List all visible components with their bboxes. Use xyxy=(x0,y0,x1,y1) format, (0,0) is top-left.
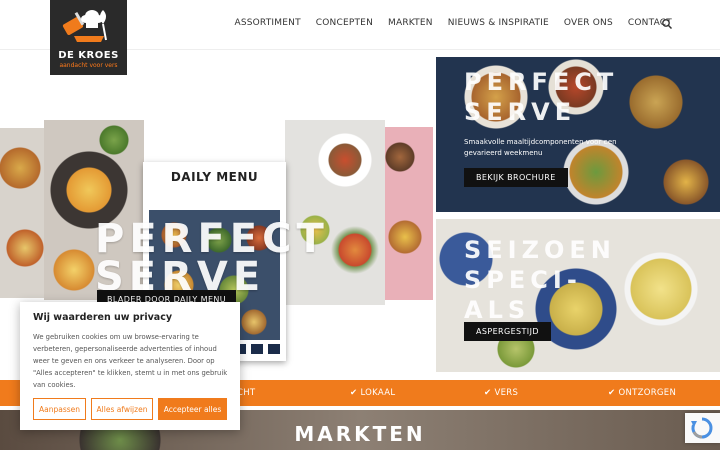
recaptcha-icon xyxy=(691,417,713,439)
aspergestijd-button[interactable]: ASPERGESTIJD xyxy=(464,322,551,341)
hero-photo-far-left xyxy=(0,128,44,298)
check-icon: ✔ xyxy=(350,388,358,398)
nav-over-ons[interactable]: OVER ONS xyxy=(564,18,613,28)
brand-tagline: aandacht voor vers xyxy=(59,62,118,69)
cookie-text: We gebruiken cookies om uw browse-ervari… xyxy=(33,333,228,389)
cookie-customize-button[interactable]: Aanpassen xyxy=(33,398,86,420)
nav-concepten[interactable]: CONCEPTEN xyxy=(316,18,373,28)
usp-vers: ✔ VERS xyxy=(484,388,518,398)
panel-seizoen-title-line3: ALS xyxy=(464,296,531,324)
usp-lokaal: ✔ LOKAAL xyxy=(350,388,395,398)
cookie-accept-button[interactable]: Accepteer alles xyxy=(158,398,227,420)
check-icon: ✔ xyxy=(608,388,616,398)
usp-ontzorgen-label: ONTZORGEN xyxy=(618,388,677,398)
usp-lokaal-label: LOKAAL xyxy=(360,388,396,398)
panel-perfect-serve-title-line1: PERFECT xyxy=(464,68,619,96)
check-icon: ✔ xyxy=(484,388,492,398)
panel-perfect-serve-text: Smaakvolle maaltijdcomponenten voor een … xyxy=(464,138,617,157)
panel-seizoen-specials-title: SEIZOEN SPECI- ALS xyxy=(464,235,616,325)
panel-seizoen-specials[interactable]: SEIZOEN SPECI- ALS ASPERGESTIJD xyxy=(436,219,720,372)
brand-title: DE KROES xyxy=(58,50,119,61)
panel-seizoen-title-line2: SPECI- xyxy=(464,266,582,294)
page: ASSORTIMENT CONCEPTEN MARKTEN NIEUWS & I… xyxy=(0,0,720,450)
panel-perfect-serve-title: PERFECT SERVE xyxy=(464,67,618,127)
main-nav: ASSORTIMENT CONCEPTEN MARKTEN NIEUWS & I… xyxy=(219,18,672,28)
cookie-reject-button[interactable]: Alles afwijzen xyxy=(91,398,153,420)
bekijk-brochure-button[interactable]: BEKIJK BROCHURE xyxy=(464,168,568,187)
panel-perfect-serve[interactable]: PERFECT SERVE Smaakvolle maaltijdcompone… xyxy=(436,57,720,212)
brochure-title: DAILY MENU xyxy=(170,170,259,184)
logo[interactable]: DE KROES aandacht voor vers xyxy=(50,0,127,75)
hero-title-line1: PERFECT xyxy=(95,216,329,262)
panel-perfect-serve-title-line2: SERVE xyxy=(464,98,577,126)
hero-title: PERFECT SERVE xyxy=(95,216,329,297)
usp-vers-label: VERS xyxy=(494,388,519,398)
search-icon[interactable] xyxy=(661,18,673,30)
logo-chef-icon xyxy=(62,10,107,42)
nav-assortiment[interactable]: ASSORTIMENT xyxy=(234,18,300,28)
panel-seizoen-title-line1: SEIZOEN xyxy=(464,236,616,264)
cookie-banner: Wij waarderen uw privacy We gebruiken co… xyxy=(20,302,240,430)
usp-ontzorgen: ✔ ONTZORGEN xyxy=(608,388,676,398)
nav-nieuws-inspiratie[interactable]: NIEUWS & INSPIRATIE xyxy=(448,18,549,28)
hero-photo-far-right xyxy=(385,127,433,300)
cookie-title: Wij waarderen uw privacy xyxy=(33,312,173,323)
recaptcha-badge[interactable] xyxy=(685,413,720,443)
nav-markten[interactable]: MARKTEN xyxy=(388,18,433,28)
